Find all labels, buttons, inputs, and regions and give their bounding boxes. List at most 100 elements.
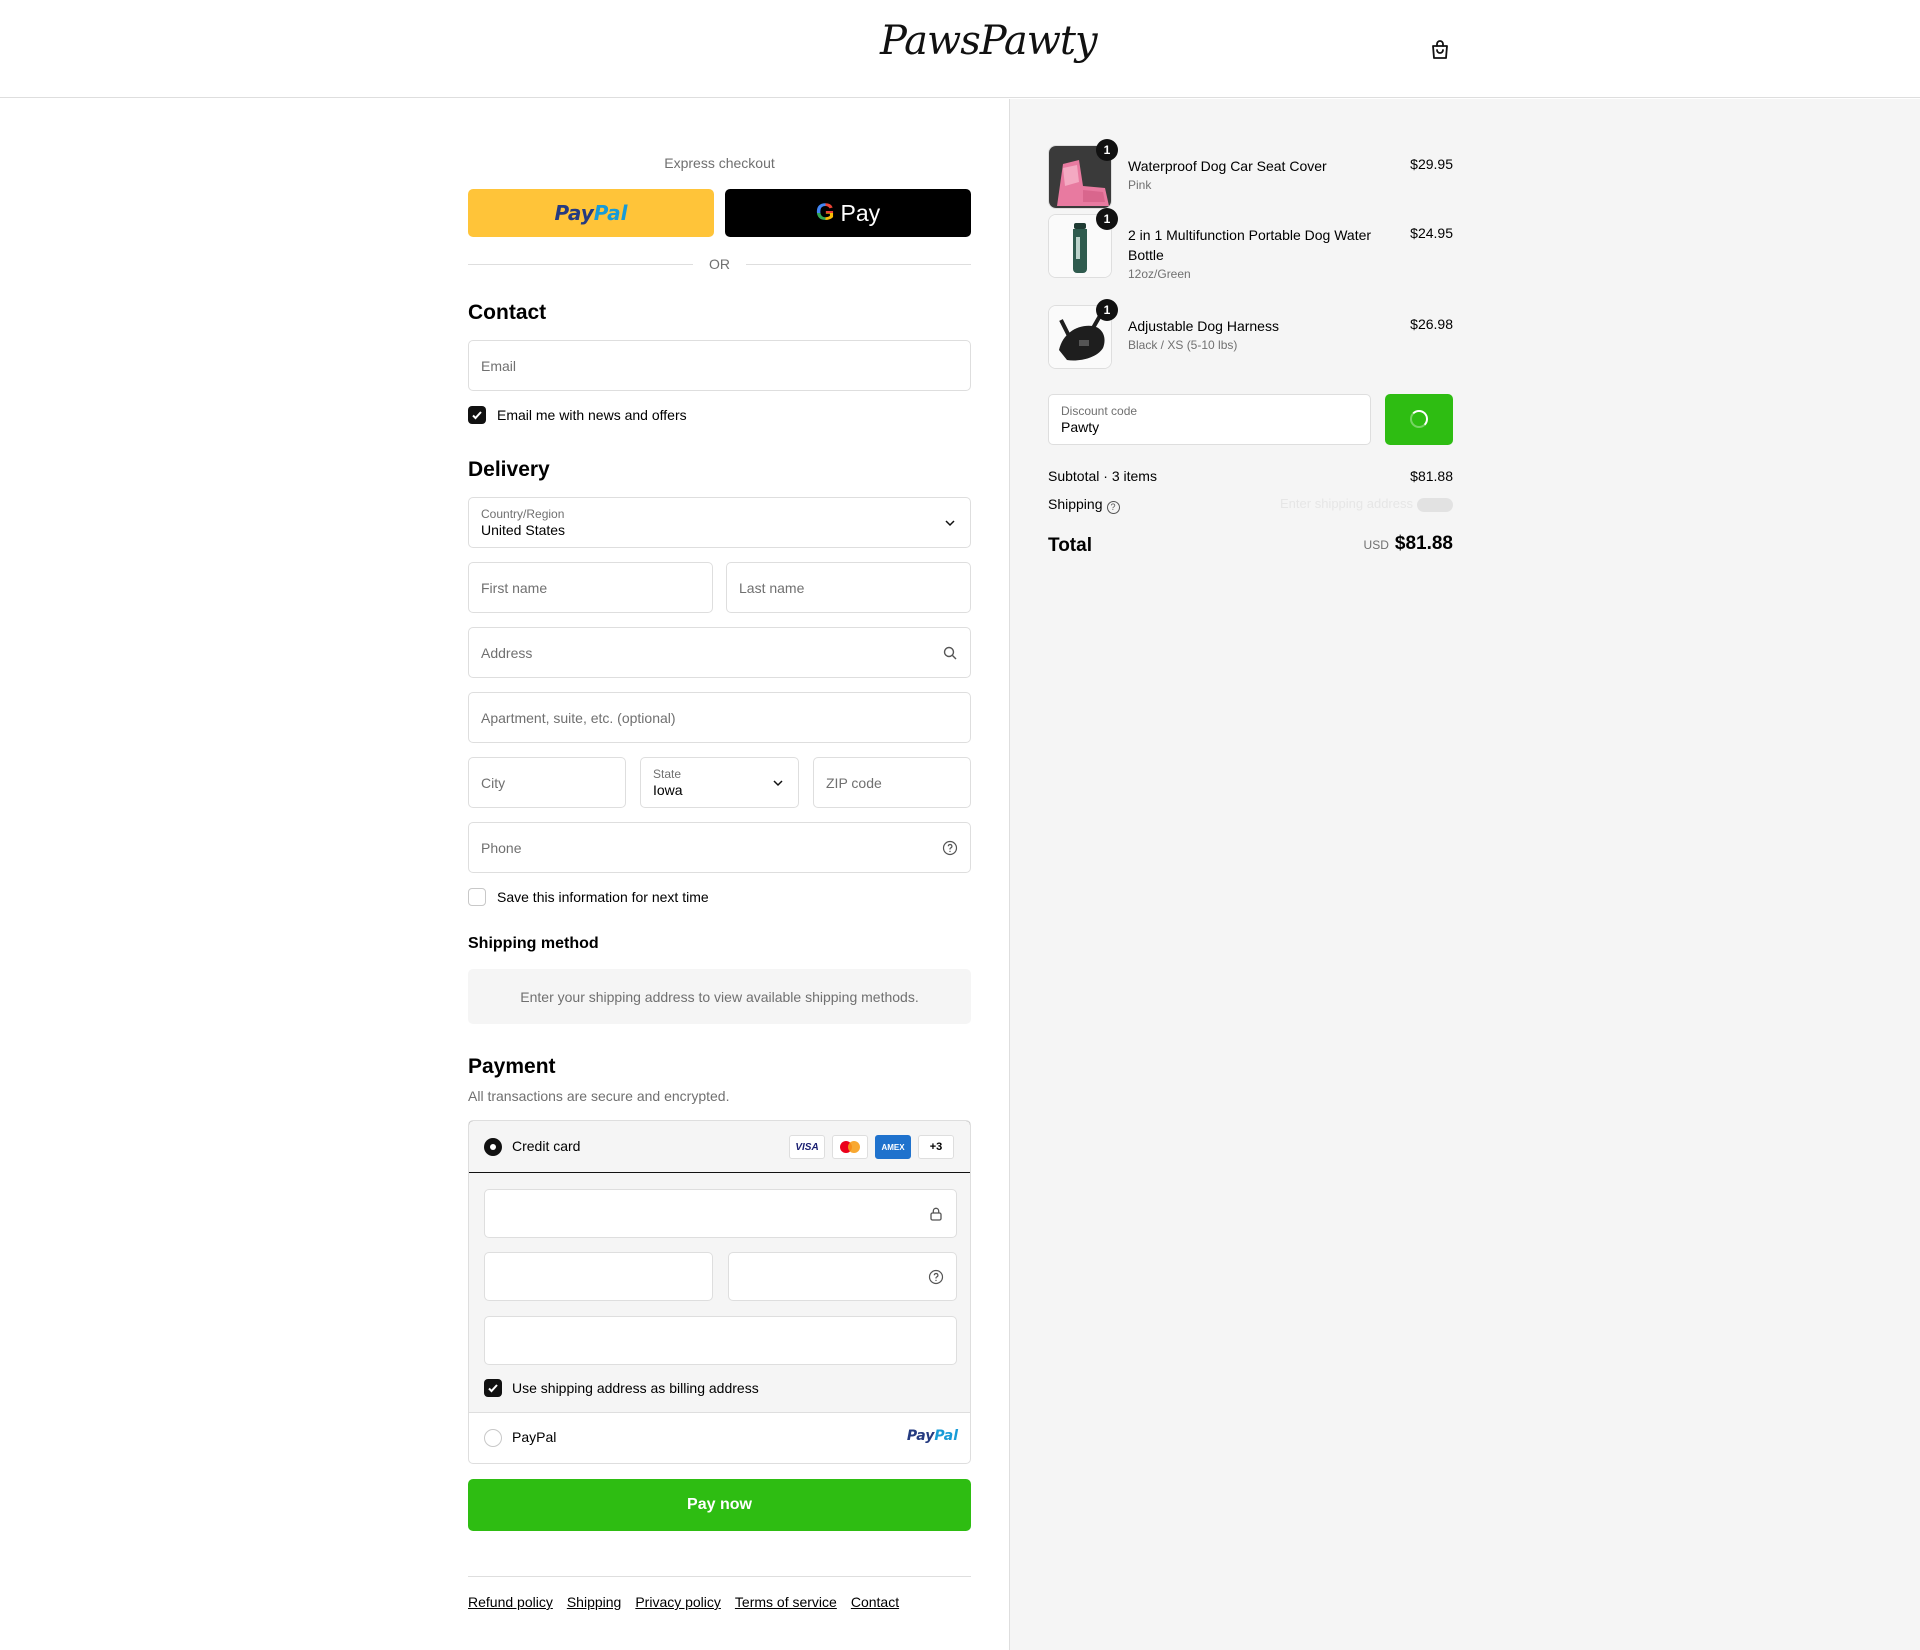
help-circle-icon[interactable]: ?	[1106, 501, 1120, 514]
credit-card-option[interactable]: Credit card VISA MC AMEX +3	[469, 1121, 970, 1173]
first-name-placeholder: First name	[481, 579, 548, 596]
card-cvc-field[interactable]	[728, 1252, 957, 1301]
email-placeholder: Email	[481, 357, 517, 374]
product-variant: Pink	[1128, 178, 1152, 192]
apartment-field[interactable]: Apartment, suite, etc. (optional)	[468, 692, 971, 743]
discount-code-field[interactable]: Discount code Pawty	[1048, 394, 1371, 445]
shipping-pending-text: Enter shipping address	[1280, 496, 1413, 511]
or-divider: OR	[468, 255, 971, 273]
shipping-loading-placeholder	[1417, 498, 1453, 512]
help-circle-icon[interactable]	[942, 840, 958, 856]
state-label: State	[653, 767, 682, 781]
save-info-checkbox[interactable]	[468, 888, 486, 906]
contact-link[interactable]: Contact	[851, 1594, 899, 1610]
city-field[interactable]: City	[468, 757, 626, 808]
divider-line	[746, 264, 971, 265]
product-name: Waterproof Dog Car Seat Cover	[1128, 158, 1327, 174]
paypal-radio[interactable]	[484, 1429, 502, 1447]
quantity-badge: 1	[1096, 208, 1118, 230]
footer-divider	[468, 1576, 971, 1577]
country-select[interactable]: Country/Region United States	[468, 497, 971, 548]
payment-subtitle: All transactions are secure and encrypte…	[468, 1088, 730, 1104]
quantity-badge: 1	[1096, 139, 1118, 161]
phone-placeholder: Phone	[481, 839, 522, 856]
checkmark-icon	[472, 411, 482, 420]
quantity-badge: 1	[1096, 299, 1118, 321]
shipping-label: Shipping	[1048, 496, 1103, 512]
zip-field[interactable]: ZIP code	[813, 757, 971, 808]
search-icon	[943, 646, 957, 659]
country-label: Country/Region	[481, 507, 565, 521]
news-checkbox[interactable]	[468, 406, 486, 424]
footer-links: Refund policy Shipping Privacy policy Te…	[468, 1594, 899, 1610]
store-logo[interactable]: PawsPawty	[880, 18, 1098, 64]
paypal-logo-pay: Pay	[906, 1428, 935, 1444]
google-pay-button[interactable]: G Pay	[725, 189, 971, 237]
card-details-form: Use shipping address as billing address	[469, 1173, 970, 1413]
terms-of-service-link[interactable]: Terms of service	[735, 1594, 837, 1610]
paypal-logo-pal: Pal	[593, 201, 628, 225]
shipping-method-heading: Shipping method	[468, 935, 599, 952]
city-placeholder: City	[481, 774, 506, 791]
mastercard-circles-icon	[840, 1141, 860, 1153]
paypal-option[interactable]: PayPal PayPal	[469, 1413, 970, 1463]
product-name: 2 in 1 Multifunction Portable Dog Water …	[1128, 227, 1372, 263]
paypal-logo: PayPal	[907, 1428, 958, 1444]
total-label: Total	[1048, 535, 1092, 556]
product-variant: 12oz/Green	[1128, 267, 1191, 281]
privacy-policy-link[interactable]: Privacy policy	[635, 1594, 721, 1610]
last-name-field[interactable]: Last name	[726, 562, 971, 613]
visa-icon: VISA	[789, 1135, 825, 1159]
total-value: $81.88	[1394, 533, 1453, 554]
shipping-row: Shipping? Enter shipping address	[1048, 496, 1453, 514]
paypal-logo-pay: Pay	[554, 201, 594, 225]
card-number-field[interactable]	[484, 1189, 957, 1238]
amex-icon: AMEX	[875, 1135, 911, 1159]
billing-address-checkbox[interactable]	[484, 1379, 502, 1397]
apply-discount-button[interactable]	[1385, 394, 1453, 445]
loading-spinner-icon	[1410, 410, 1428, 428]
state-select[interactable]: State Iowa	[640, 757, 799, 808]
site-header: PawsPawty	[0, 0, 1920, 98]
product-price: $24.95	[1410, 225, 1453, 241]
total-currency: USD	[1363, 538, 1389, 552]
help-circle-icon[interactable]	[928, 1269, 944, 1285]
chevron-down-icon	[773, 779, 783, 786]
paypal-option-label: PayPal	[512, 1429, 557, 1445]
state-value: Iowa	[653, 782, 683, 798]
paypal-express-button[interactable]: Pay Pal	[468, 189, 714, 237]
card-expiry-field[interactable]	[484, 1252, 713, 1301]
news-checkbox-label: Email me with news and offers	[497, 407, 687, 423]
total-amount: USD $81.88	[1364, 533, 1453, 555]
product-variant: Black / XS (5-10 lbs)	[1128, 338, 1238, 352]
delivery-heading: Delivery	[468, 458, 550, 481]
payment-methods: Credit card VISA MC AMEX +3 Use shipping…	[468, 1120, 971, 1464]
paypal-logo-pal: Pal	[934, 1428, 958, 1444]
country-value: United States	[481, 522, 566, 538]
shipping-method-notice: Enter your shipping address to view avai…	[468, 969, 971, 1024]
more-cards-badge: +3	[918, 1135, 954, 1159]
shipping-policy-link[interactable]: Shipping	[567, 1594, 622, 1610]
first-name-field[interactable]: First name	[468, 562, 713, 613]
shopping-bag-icon[interactable]	[1428, 38, 1452, 62]
address-field[interactable]: Address	[468, 627, 971, 678]
refund-policy-link[interactable]: Refund policy	[468, 1594, 553, 1610]
chevron-down-icon	[945, 519, 955, 526]
credit-card-label: Credit card	[512, 1138, 581, 1154]
product-price: $29.95	[1410, 156, 1453, 172]
google-g-icon: G	[815, 199, 835, 226]
subtotal-label: Subtotal · 3 items	[1048, 468, 1157, 484]
email-field[interactable]: Email	[468, 340, 971, 391]
subtotal-value: $81.88	[1410, 468, 1453, 484]
payment-heading: Payment	[468, 1055, 556, 1078]
phone-field[interactable]: Phone	[468, 822, 971, 873]
billing-address-label: Use shipping address as billing address	[512, 1380, 759, 1396]
card-name-field[interactable]	[484, 1316, 957, 1365]
pay-now-button[interactable]: Pay now	[468, 1479, 971, 1531]
zip-placeholder: ZIP code	[826, 774, 882, 791]
discount-code-value: Pawty	[1061, 419, 1100, 435]
lock-icon	[930, 1207, 942, 1221]
product-price: $26.98	[1410, 316, 1453, 332]
credit-card-radio[interactable]	[484, 1138, 502, 1156]
last-name-placeholder: Last name	[739, 579, 805, 596]
